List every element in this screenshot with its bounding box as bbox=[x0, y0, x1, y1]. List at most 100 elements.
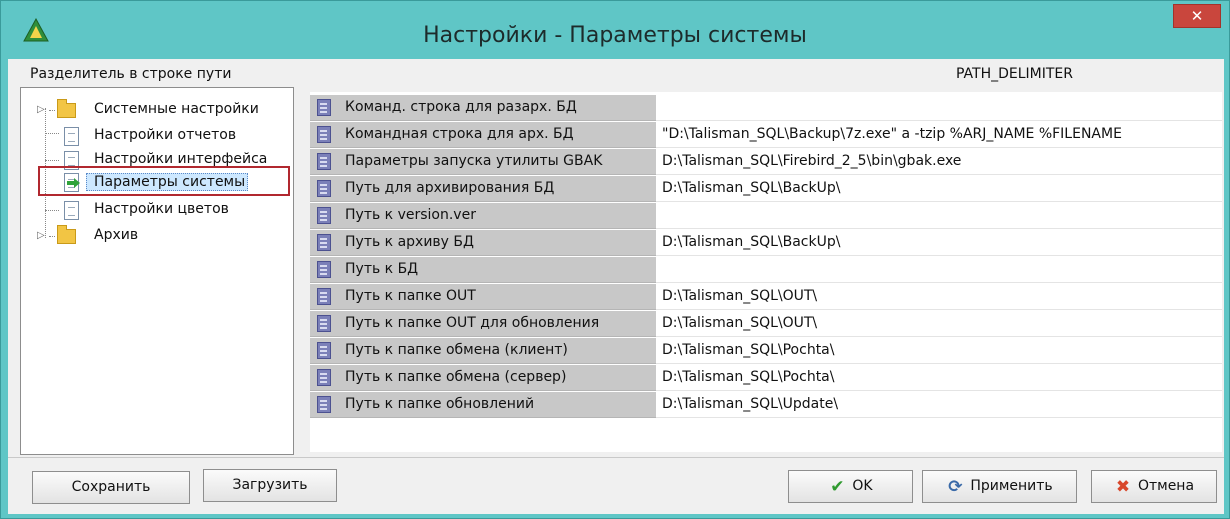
cancel-button[interactable]: ✖ Отмена bbox=[1091, 470, 1217, 503]
table-row[interactable]: Путь для архивирования БД D:\Talisman_SQ… bbox=[310, 176, 1222, 203]
param-name-cell[interactable]: Путь к папке OUT для обновления bbox=[310, 311, 656, 337]
param-name: Путь к папке OUT bbox=[345, 288, 476, 304]
tree-item-label: Настройки отчетов bbox=[94, 127, 237, 143]
table-row[interactable]: Команд. строка для разарх. БД bbox=[310, 95, 1222, 122]
window-title: Настройки - Параметры системы bbox=[423, 23, 807, 48]
param-name: Параметры запуска утилиты GBAK bbox=[345, 153, 603, 169]
param-name: Путь к папке обмена (сервер) bbox=[345, 369, 567, 385]
parameters-grid: Команд. строка для разарх. БД Командная … bbox=[310, 92, 1222, 452]
ok-button-label: OK bbox=[852, 478, 873, 494]
table-row[interactable]: Путь к папке OUT для обновления D:\Talis… bbox=[310, 311, 1222, 338]
param-name: Командная строка для арх. БД bbox=[345, 126, 574, 142]
param-value-cell[interactable]: D:\Talisman_SQL\BackUp\ bbox=[656, 176, 1222, 202]
param-name: Путь к version.ver bbox=[345, 207, 476, 223]
table-row[interactable]: Путь к папке OUT D:\Talisman_SQL\OUT\ bbox=[310, 284, 1222, 311]
param-name: Путь для архивирования БД bbox=[345, 180, 555, 196]
save-button[interactable]: Сохранить bbox=[32, 471, 190, 504]
param-value: D:\Talisman_SQL\Update\ bbox=[662, 396, 839, 412]
checkmark-icon: ✔ bbox=[830, 476, 845, 497]
param-value-cell[interactable]: "D:\Talisman_SQL\Backup\7z.exe" a -tzip … bbox=[656, 122, 1222, 148]
ok-button[interactable]: ✔ OK bbox=[788, 470, 913, 503]
tree-item-color-settings[interactable]: Настройки цветов bbox=[37, 199, 287, 221]
cancel-button-label: Отмена bbox=[1137, 478, 1195, 494]
param-value-cell[interactable] bbox=[656, 95, 1222, 121]
param-value-cell[interactable]: D:\Talisman_SQL\BackUp\ bbox=[656, 230, 1222, 256]
tree-item-report-settings[interactable]: Настройки отчетов bbox=[37, 125, 287, 147]
param-value-cell[interactable]: D:\Talisman_SQL\Update\ bbox=[656, 392, 1222, 418]
database-icon bbox=[317, 369, 331, 386]
parameter-description: Разделитель в строке пути bbox=[30, 66, 232, 82]
button-bar: Сохранить Загрузить ✔ OK ⟳ Применить ✖ Отме… bbox=[8, 457, 1224, 514]
database-icon bbox=[317, 396, 331, 413]
param-value-cell[interactable]: D:\Talisman_SQL\OUT\ bbox=[656, 284, 1222, 310]
table-row[interactable]: Путь к папке обмена (клиент) D:\Talisman… bbox=[310, 338, 1222, 365]
database-icon bbox=[317, 342, 331, 359]
param-value-cell[interactable]: D:\Talisman_SQL\Pochta\ bbox=[656, 338, 1222, 364]
param-value: D:\Talisman_SQL\OUT\ bbox=[662, 315, 818, 331]
tree-item-system-settings[interactable]: ▷ Системные настройки bbox=[37, 99, 287, 121]
param-name-cell[interactable]: Путь к папке обмена (клиент) bbox=[310, 338, 656, 364]
document-icon bbox=[64, 201, 79, 220]
param-name-cell[interactable]: Параметры запуска утилиты GBAK bbox=[310, 149, 656, 175]
table-row[interactable]: Командная строка для арх. БД "D:\Talisma… bbox=[310, 122, 1222, 149]
close-icon: ✕ bbox=[1190, 7, 1204, 25]
database-icon bbox=[317, 315, 331, 332]
table-row[interactable]: Путь к БД bbox=[310, 257, 1222, 284]
param-value-cell[interactable]: D:\Talisman_SQL\Pochta\ bbox=[656, 365, 1222, 391]
table-row[interactable]: Параметры запуска утилиты GBAK D:\Talism… bbox=[310, 149, 1222, 176]
expand-arrow-icon[interactable]: ▷ bbox=[37, 230, 45, 241]
tree-item-label: Настройки цветов bbox=[94, 201, 229, 217]
param-value: D:\Talisman_SQL\Pochta\ bbox=[662, 342, 835, 358]
database-icon bbox=[317, 99, 331, 116]
load-button[interactable]: Загрузить bbox=[203, 469, 337, 502]
param-name: Путь к архиву БД bbox=[345, 234, 474, 250]
table-row[interactable]: Путь к папке обмена (сервер) D:\Talisman… bbox=[310, 365, 1222, 392]
param-name: Путь к папке OUT для обновления bbox=[345, 315, 600, 331]
selected-item-outline bbox=[38, 166, 290, 196]
tree-item-label: Системные настройки bbox=[94, 101, 259, 117]
param-name: Путь к БД bbox=[345, 261, 419, 277]
apply-icon: ⟳ bbox=[948, 476, 963, 497]
table-row[interactable]: Путь к папке обновлений D:\Talisman_SQL\… bbox=[310, 392, 1222, 419]
param-name-cell[interactable]: Путь к архиву БД bbox=[310, 230, 656, 256]
param-value-cell[interactable] bbox=[656, 257, 1222, 283]
settings-window: Настройки - Параметры системы ✕ Разделит… bbox=[0, 0, 1230, 519]
database-icon bbox=[317, 288, 331, 305]
param-name-cell[interactable]: Путь к version.ver bbox=[310, 203, 656, 229]
description-bar: Разделитель в строке пути PATH_DELIMITER bbox=[11, 61, 1221, 86]
table-row[interactable]: Путь к архиву БД D:\Talisman_SQL\BackUp\ bbox=[310, 230, 1222, 257]
param-name-cell[interactable]: Путь к папке OUT bbox=[310, 284, 656, 310]
param-name-cell[interactable]: Путь к папке обмена (сервер) bbox=[310, 365, 656, 391]
document-icon bbox=[64, 127, 79, 146]
apply-button[interactable]: ⟳ Применить bbox=[922, 470, 1077, 503]
tree-line bbox=[49, 110, 55, 111]
expand-arrow-icon[interactable]: ▷ bbox=[37, 104, 45, 115]
param-value: D:\Talisman_SQL\BackUp\ bbox=[662, 180, 841, 196]
param-value-cell[interactable]: D:\Talisman_SQL\Firebird_2_5\bin\gbak.ex… bbox=[656, 149, 1222, 175]
database-icon bbox=[317, 261, 331, 278]
param-name-cell[interactable]: Путь к папке обновлений bbox=[310, 392, 656, 418]
cancel-x-icon: ✖ bbox=[1115, 476, 1131, 497]
param-name: Команд. строка для разарх. БД bbox=[345, 99, 577, 115]
database-icon bbox=[317, 180, 331, 197]
param-value-cell[interactable] bbox=[656, 203, 1222, 229]
tree-item-label: Архив bbox=[94, 227, 139, 243]
param-value: D:\Talisman_SQL\Firebird_2_5\bin\gbak.ex… bbox=[662, 153, 962, 169]
title-bar[interactable]: Настройки - Параметры системы ✕ bbox=[1, 1, 1229, 59]
database-icon bbox=[317, 234, 331, 251]
param-name-cell[interactable]: Команд. строка для разарх. БД bbox=[310, 95, 656, 121]
load-button-label: Загрузить bbox=[232, 477, 308, 493]
param-name-cell[interactable]: Командная строка для арх. БД bbox=[310, 122, 656, 148]
tree-item-label: Настройки интерфейса bbox=[94, 151, 268, 167]
param-value-cell[interactable]: D:\Talisman_SQL\OUT\ bbox=[656, 311, 1222, 337]
param-name-cell[interactable]: Путь к БД bbox=[310, 257, 656, 283]
folder-icon bbox=[57, 225, 76, 244]
table-row[interactable]: Путь к version.ver bbox=[310, 203, 1222, 230]
database-icon bbox=[317, 126, 331, 143]
param-value: D:\Talisman_SQL\OUT\ bbox=[662, 288, 818, 304]
param-name-cell[interactable]: Путь для архивирования БД bbox=[310, 176, 656, 202]
param-name: Путь к папке обмена (клиент) bbox=[345, 342, 568, 358]
close-button[interactable]: ✕ bbox=[1173, 4, 1221, 28]
param-value: "D:\Talisman_SQL\Backup\7z.exe" a -tzip … bbox=[662, 126, 1122, 142]
tree-item-archive[interactable]: ▷ Архив bbox=[37, 225, 287, 247]
